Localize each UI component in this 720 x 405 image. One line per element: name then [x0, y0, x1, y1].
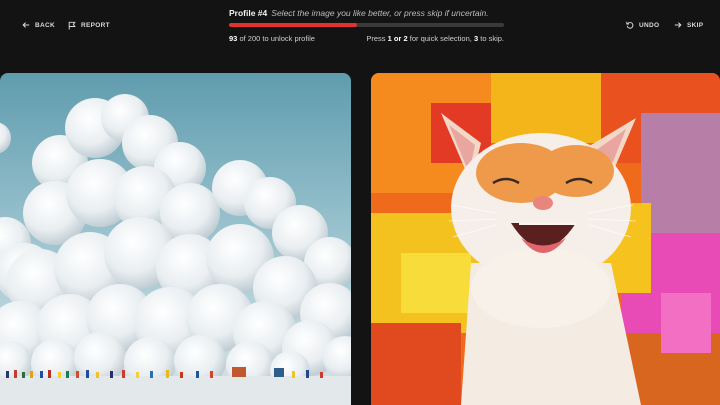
- progress-total-text: of 200 to unlock profile: [239, 34, 315, 43]
- progress-fill: [229, 23, 357, 27]
- arrow-right-icon: [674, 21, 682, 29]
- hint-key3: 3: [473, 34, 479, 43]
- image-option-2[interactable]: [371, 73, 720, 405]
- hint-key2: 2: [403, 34, 408, 43]
- flag-icon: [68, 21, 76, 30]
- image-option-1[interactable]: [0, 73, 351, 405]
- arrow-left-icon: [22, 21, 30, 29]
- hint-key1: 1: [387, 34, 392, 43]
- progress-count: 93 of 200 to unlock profile: [229, 34, 315, 43]
- profile-title: Profile #4: [229, 8, 268, 18]
- hint-or: or: [393, 34, 402, 43]
- progress-current: 93: [229, 34, 238, 43]
- top-bar: BACK REPORT Profile #4 Select the image y…: [0, 0, 720, 62]
- undo-icon: [626, 21, 634, 29]
- skip-button[interactable]: SKIP: [674, 18, 703, 32]
- cat-painting-image: [371, 73, 720, 405]
- report-button[interactable]: REPORT: [68, 18, 110, 32]
- title-line: Profile #4 Select the image you like bett…: [229, 8, 504, 18]
- hint-end: to skip.: [480, 34, 504, 43]
- snow-cloud-image: [0, 73, 351, 405]
- report-label: REPORT: [81, 21, 110, 29]
- back-label: BACK: [35, 21, 55, 29]
- instruction-text: Select the image you like better, or pre…: [271, 8, 489, 18]
- progress-panel: Profile #4 Select the image you like bett…: [229, 8, 504, 43]
- progress-info: 93 of 200 to unlock profile Press 1 or 2…: [229, 34, 504, 43]
- back-button[interactable]: BACK: [22, 18, 55, 32]
- undo-button[interactable]: UNDO: [626, 18, 659, 32]
- skip-label: SKIP: [687, 21, 704, 29]
- hint-press: Press: [366, 34, 386, 43]
- progress-bar: [229, 23, 504, 27]
- hint-mid: for quick selection,: [409, 34, 472, 43]
- keyboard-hint: Press 1 or 2 for quick selection, 3 to s…: [366, 34, 504, 43]
- undo-label: UNDO: [639, 21, 660, 29]
